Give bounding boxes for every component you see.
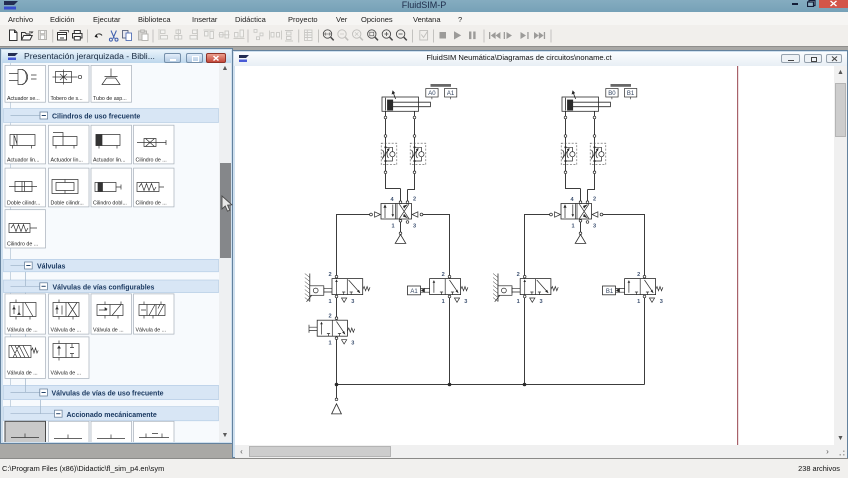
svg-text:Accionado mecánicamente: Accionado mecánicamente bbox=[67, 412, 157, 419]
svg-text:3: 3 bbox=[413, 224, 416, 230]
svg-text:A1: A1 bbox=[410, 289, 418, 295]
svg-text:Válvulas de vías configurables: Válvulas de vías configurables bbox=[53, 284, 155, 291]
svg-text:2: 2 bbox=[413, 196, 416, 202]
svg-text:B1: B1 bbox=[606, 289, 614, 295]
svg-text:Doble cilindr...: Doble cilindr... bbox=[51, 200, 84, 206]
svg-text:Cilindro de ...: Cilindro de ... bbox=[136, 200, 167, 206]
svg-text:1: 1 bbox=[328, 299, 331, 305]
svg-text:1: 1 bbox=[442, 299, 445, 305]
svg-text:Válvula de ...: Válvula de ... bbox=[136, 327, 167, 333]
svg-text:B0: B0 bbox=[608, 91, 616, 97]
svg-text:1: 1 bbox=[517, 299, 520, 305]
svg-text:3: 3 bbox=[593, 224, 596, 230]
svg-text:2: 2 bbox=[442, 272, 445, 278]
svg-text:3: 3 bbox=[351, 299, 354, 305]
svg-text:Cilindro de ...: Cilindro de ... bbox=[136, 157, 167, 163]
svg-text:Tobero de s...: Tobero de s... bbox=[51, 96, 83, 102]
svg-text:1: 1 bbox=[637, 299, 640, 305]
svg-text:3: 3 bbox=[464, 299, 467, 305]
svg-text:Tubo de asp...: Tubo de asp... bbox=[93, 96, 127, 102]
svg-text:3: 3 bbox=[539, 299, 542, 305]
svg-text:1: 1 bbox=[571, 224, 574, 230]
svg-text:Doble cilindr...: Doble cilindr... bbox=[7, 200, 40, 206]
svg-text:Válvula de ...: Válvula de ... bbox=[51, 371, 82, 377]
svg-text:Válvulas: Válvulas bbox=[37, 264, 66, 271]
svg-text:4: 4 bbox=[570, 197, 574, 203]
svg-text:Cilindro de ...: Cilindro de ... bbox=[7, 242, 38, 248]
svg-text:Actuador se...: Actuador se... bbox=[7, 96, 40, 102]
svg-text:2: 2 bbox=[637, 272, 640, 278]
svg-text:Actuador lin...: Actuador lin... bbox=[93, 157, 125, 163]
svg-text:Válvula de ...: Válvula de ... bbox=[7, 371, 38, 377]
svg-text:2: 2 bbox=[517, 272, 520, 278]
svg-text:Válvula de ...: Válvula de ... bbox=[7, 327, 38, 333]
svg-text:3: 3 bbox=[351, 341, 354, 347]
svg-text:B1: B1 bbox=[627, 91, 635, 97]
svg-text:3: 3 bbox=[660, 299, 663, 305]
svg-text:2: 2 bbox=[593, 196, 596, 202]
svg-text:2: 2 bbox=[328, 313, 331, 319]
svg-text:1: 1 bbox=[328, 341, 331, 347]
svg-text:Válvula de ...: Válvula de ... bbox=[51, 327, 82, 333]
svg-text:Cilindros de uso frecuente: Cilindros de uso frecuente bbox=[52, 113, 140, 120]
svg-text:Cilindro dobl...: Cilindro dobl... bbox=[93, 200, 127, 206]
svg-text:Válvula de ...: Válvula de ... bbox=[93, 327, 124, 333]
svg-text:A0: A0 bbox=[428, 91, 436, 97]
svg-text:A1: A1 bbox=[447, 91, 455, 97]
svg-text:Actuador lin...: Actuador lin... bbox=[7, 157, 39, 163]
svg-text:2: 2 bbox=[328, 272, 331, 278]
svg-text:1: 1 bbox=[391, 224, 394, 230]
svg-text:Válvulas de vías de uso frecue: Válvulas de vías de uso frecuente bbox=[52, 391, 164, 398]
svg-text:4: 4 bbox=[390, 197, 394, 203]
svg-text:Actuador lin...: Actuador lin... bbox=[51, 157, 83, 163]
